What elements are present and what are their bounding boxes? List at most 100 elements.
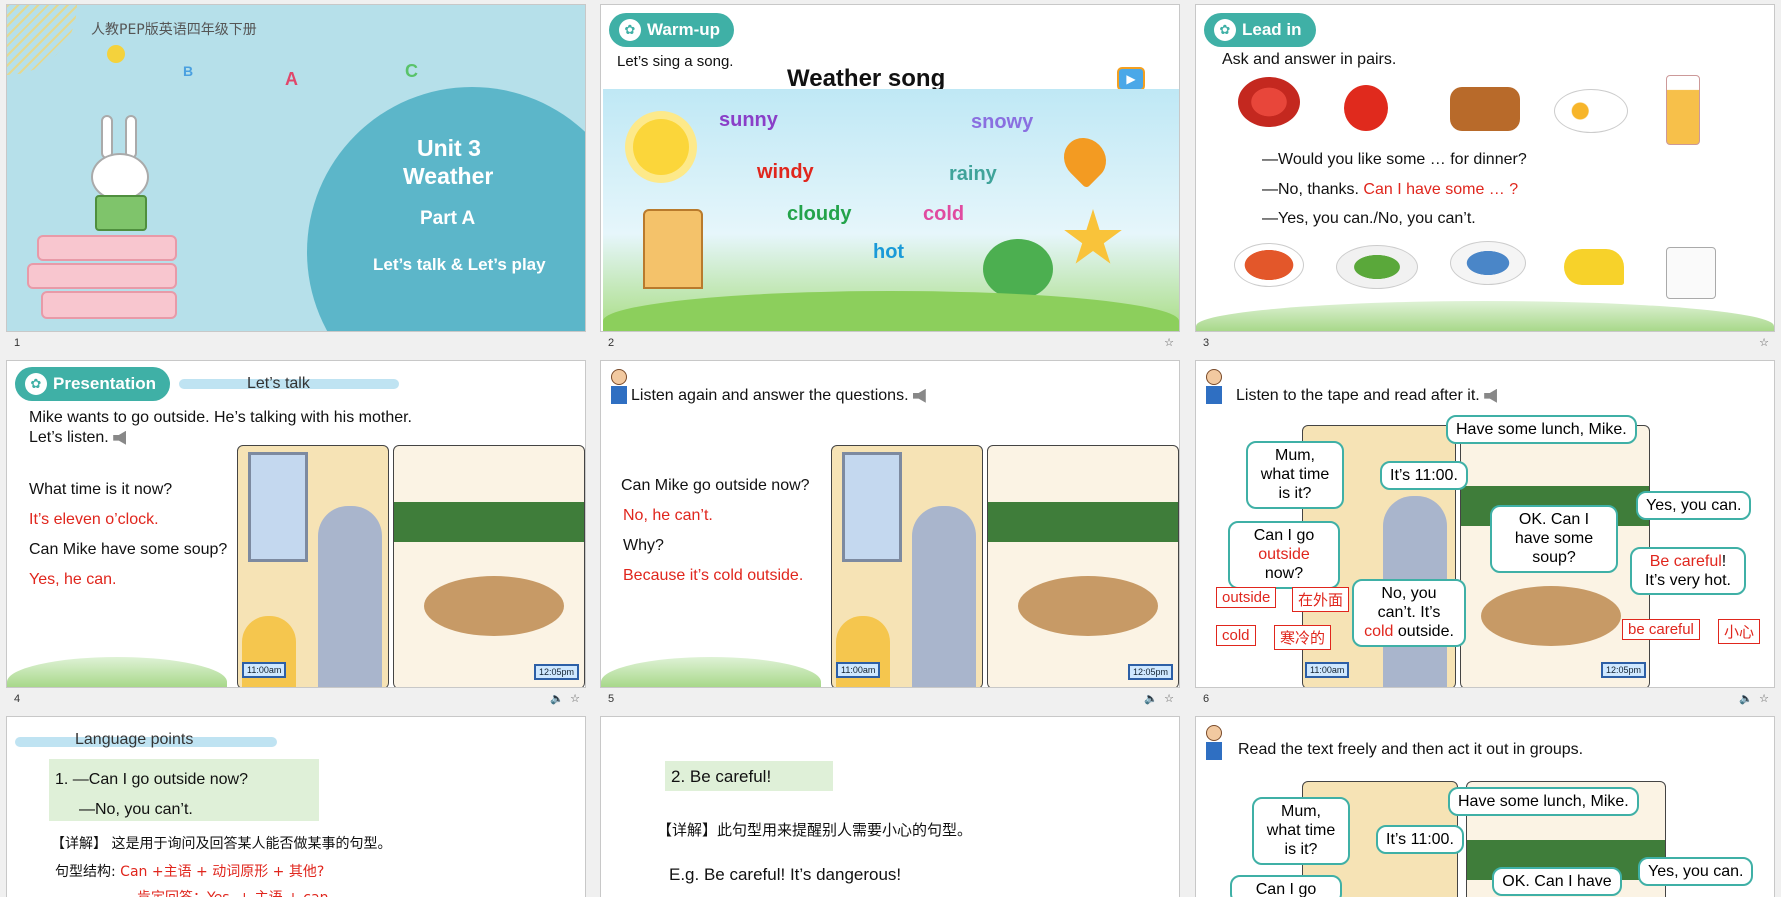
- section-tag-label: Warm-up: [647, 20, 721, 39]
- speech-bubble-time: Mum, what time is it?: [1246, 441, 1344, 509]
- instruction-text: Listen again and answer the questions.: [631, 387, 929, 405]
- dialogue-line-2: —No, thanks. Can I have some … ?: [1262, 181, 1518, 199]
- line-2-question: Can I have some … ?: [1363, 181, 1519, 198]
- bubble-text: outside.: [1397, 623, 1454, 641]
- slide-footer: 2 ☆: [600, 336, 1180, 354]
- transition-star-icon[interactable]: ☆: [1164, 692, 1174, 705]
- comic-panel-2: 12:05pm: [393, 445, 585, 687]
- slide-footer: 6 🔈 ☆: [1195, 692, 1775, 710]
- question-1: Can Mike go outside now?: [621, 477, 810, 494]
- bubble-highlight: Be careful: [1649, 553, 1722, 570]
- intro-line-2-text: Let’s listen.: [29, 429, 109, 446]
- section-tag: ✿ Lead in: [1204, 13, 1316, 47]
- clock-label: 11:00am: [242, 662, 287, 678]
- transition-star-icon[interactable]: ☆: [570, 692, 580, 705]
- sun-icon: [107, 45, 125, 63]
- vocab-label-careful: be careful: [1622, 619, 1700, 640]
- word-snowy: snowy: [971, 111, 1034, 133]
- audio-icon[interactable]: 🔈: [1144, 692, 1158, 705]
- tree-icon: [983, 239, 1053, 299]
- slide-icons: ☆: [1759, 336, 1769, 349]
- slide-header: 人教PEP版英语四年级下册: [91, 22, 257, 38]
- transition-star-icon[interactable]: ☆: [1759, 336, 1769, 349]
- heart-balloon-icon: [1055, 129, 1115, 189]
- vocab-label-cold-cn: 寒冷的: [1274, 625, 1332, 650]
- clock-label: 12:05pm: [1128, 664, 1174, 680]
- speech-bubble-eleven: It’s 11:00.: [1376, 825, 1464, 855]
- answer-1: It’s eleven o’clock.: [29, 511, 159, 528]
- speaker-icon[interactable]: [113, 430, 127, 445]
- instruction-label: Listen again and answer the questions.: [631, 387, 909, 404]
- slide-icons: 🔈 ☆: [550, 692, 580, 705]
- bubble-text: !: [1721, 553, 1727, 570]
- tree-logo-icon: ✿: [619, 19, 641, 41]
- vocab-label-outside-cn: 在外面: [1292, 587, 1350, 612]
- intro-line-1: Mike wants to go outside. He’s talking w…: [29, 409, 412, 426]
- bubble-highlight: cold: [1364, 623, 1394, 641]
- speaker-icon[interactable]: [1484, 388, 1497, 403]
- example-text: E.g. Be careful! It’s dangerous!: [669, 865, 902, 884]
- grass: [603, 291, 1179, 331]
- detail-text: 【详解】此句型用来提醒别人需要小心的句型。: [657, 821, 973, 839]
- audio-icon[interactable]: 🔈: [550, 692, 564, 705]
- dining-table: [424, 576, 564, 636]
- section-heading: Language points: [75, 731, 194, 748]
- star-icon: [1064, 209, 1122, 264]
- kitchen-counter: [988, 502, 1178, 542]
- audio-icon[interactable]: 🔈: [1739, 692, 1753, 705]
- dining-table: [1018, 576, 1158, 636]
- bubble-text: No, you can’t. It’s: [1377, 585, 1441, 622]
- comic-panel-1: 11:00am: [831, 445, 983, 687]
- apple-icon: [1344, 85, 1388, 131]
- sun-icon: [633, 119, 689, 175]
- clock-label: 12:05pm: [534, 664, 580, 680]
- speaker-icon[interactable]: [912, 388, 926, 403]
- boy-avatar-icon: [1206, 725, 1228, 761]
- speech-bubble-yes: Yes, you can.: [1636, 491, 1752, 521]
- slide-number: 6: [1203, 693, 1210, 705]
- speech-bubble-can-go: Can I go: [1230, 875, 1342, 897]
- letter-b-icon: B: [183, 63, 194, 79]
- slide-number: 4: [14, 693, 21, 705]
- slide-number: 1: [14, 337, 21, 349]
- kitchen-counter: [394, 502, 584, 542]
- transition-star-icon[interactable]: ☆: [1164, 336, 1174, 349]
- window: [248, 452, 308, 562]
- slide-8: 2. Be careful! 【详解】此句型用来提醒别人需要小心的句型。 E.g…: [600, 716, 1180, 897]
- answer-2: Yes, he can.: [29, 571, 117, 588]
- word-hot: hot: [873, 241, 905, 263]
- bubble-text: now?: [1264, 565, 1304, 583]
- pattern-text: Can +主语 + 动词原形 + 其他?: [120, 864, 325, 880]
- speech-bubble-can-go: Can I go outside now?: [1228, 521, 1340, 589]
- word-rainy: rainy: [949, 163, 997, 185]
- ground-decoration: [601, 657, 821, 687]
- tree-logo-icon: ✿: [25, 373, 47, 395]
- pattern-label: 句型结构:: [55, 864, 116, 880]
- unit-title: Weather: [403, 163, 494, 189]
- vocab-label-outside: outside: [1216, 587, 1277, 608]
- answer-2: Because it’s cold outside.: [623, 567, 804, 584]
- slide-footer: 4 🔈 ☆: [6, 692, 586, 710]
- stripe-decoration: [7, 5, 77, 75]
- slide-footer: 5 🔈 ☆: [600, 692, 1180, 710]
- section-tag-label: Lead in: [1242, 20, 1302, 39]
- fish-icon: [1450, 241, 1526, 285]
- speech-bubble-lunch: Have some lunch, Mike.: [1448, 787, 1639, 817]
- word-cold: cold: [923, 203, 965, 225]
- transition-star-icon[interactable]: ☆: [1759, 692, 1769, 705]
- comic-panel-2: 12:05pm: [987, 445, 1179, 687]
- clock-label: 11:00am: [1305, 662, 1350, 678]
- section-tag: ✿ Presentation: [15, 367, 170, 401]
- noodles-icon: [1238, 77, 1300, 127]
- question-2: Why?: [623, 537, 664, 554]
- speech-bubble-yes: Yes, you can.: [1638, 857, 1754, 887]
- speech-bubble-time: Mum, what time is it?: [1252, 797, 1350, 865]
- slide-number: 2: [608, 337, 615, 349]
- partial-line: 肯定回答：Yes, + 主语 + can.: [137, 887, 333, 897]
- vocab-label-cold: cold: [1216, 625, 1256, 646]
- play-video-button[interactable]: ▶: [1117, 67, 1145, 91]
- speech-bubble-soup: OK. Can I have: [1492, 867, 1622, 897]
- mother-figure: [912, 506, 976, 687]
- bubble-text: Can I go: [1253, 527, 1315, 544]
- slide-6: Listen to the tape and read after it. 11…: [1195, 360, 1775, 688]
